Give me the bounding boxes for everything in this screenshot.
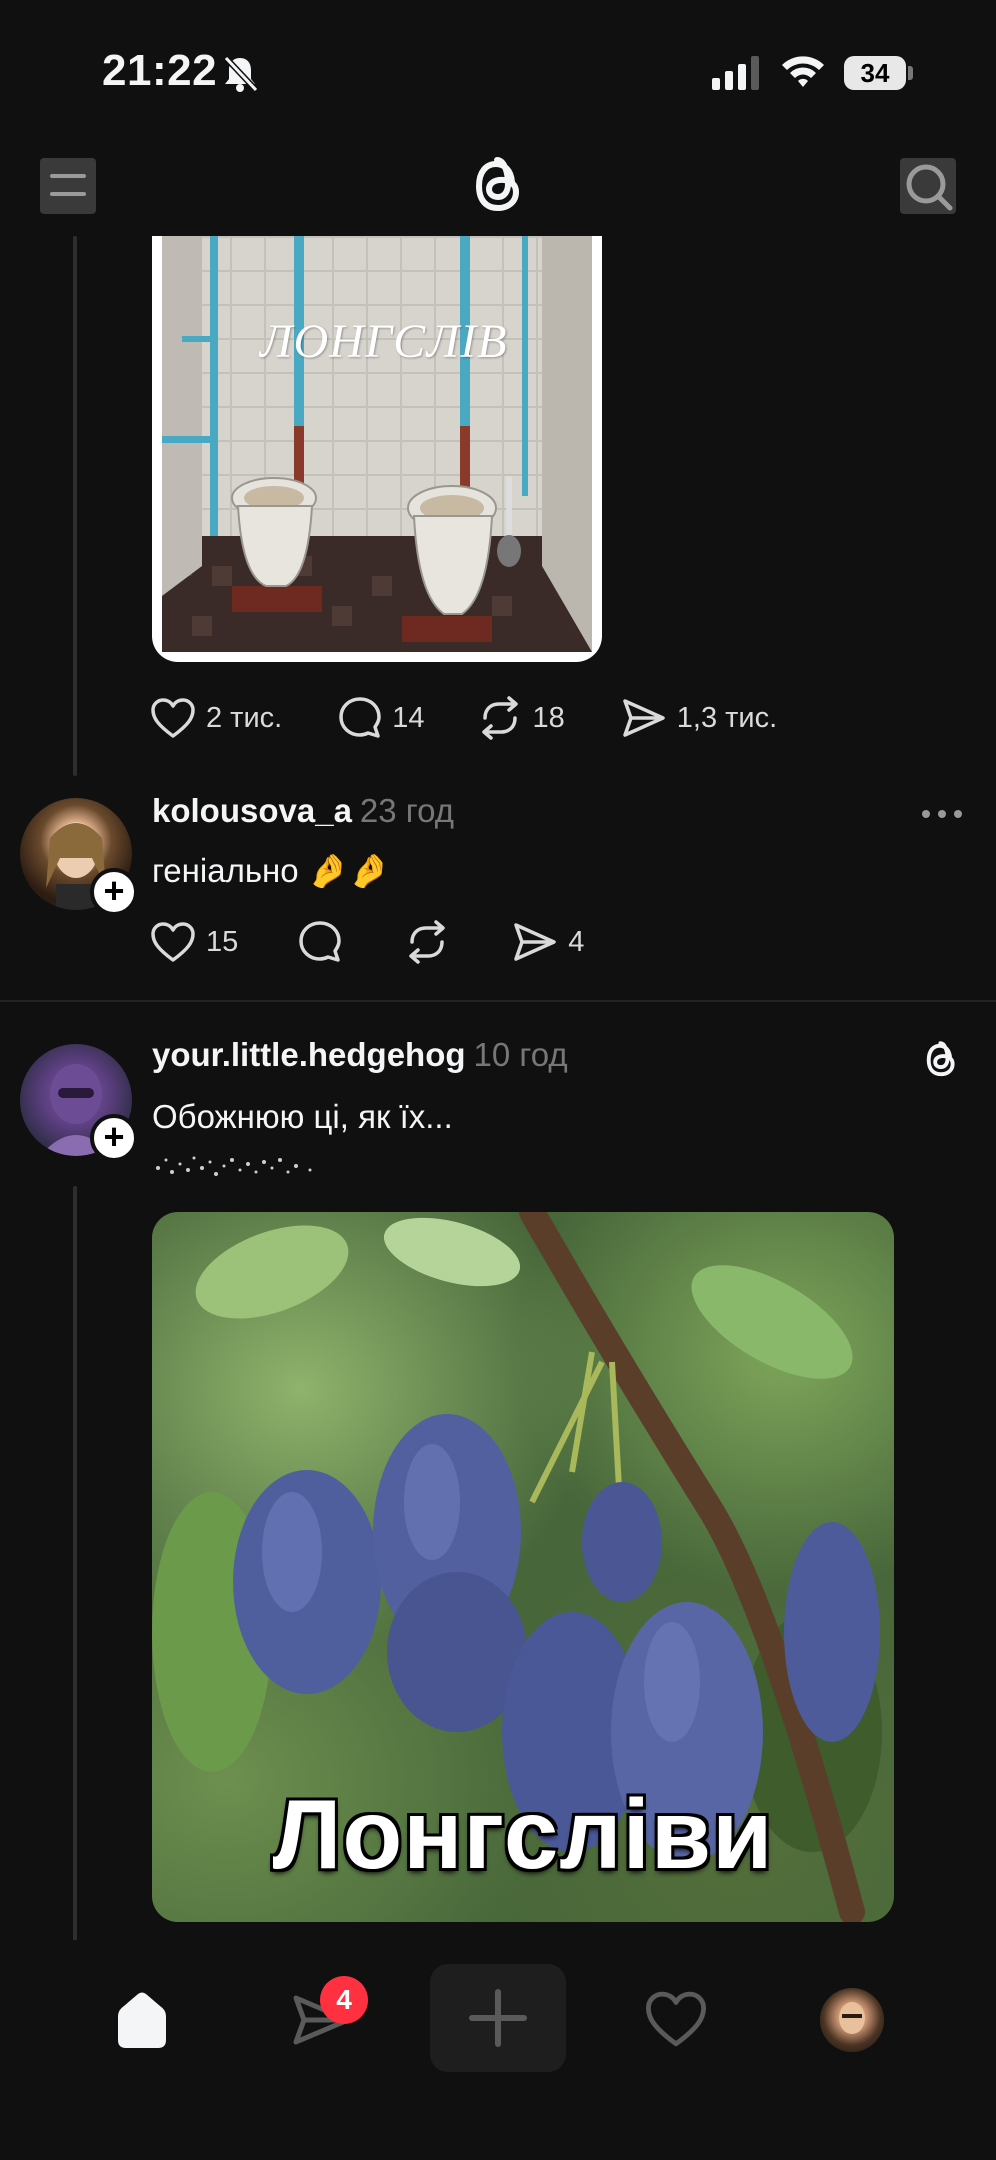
comment-icon <box>339 697 381 738</box>
menu-icon-line <box>50 192 86 196</box>
comment-author-line: kolousova_a 23 год <box>152 792 454 830</box>
plus-icon <box>469 1989 527 2047</box>
menu-button[interactable] <box>40 158 96 214</box>
post-text: Обожнюю ці, як їх... <box>152 1098 453 1135</box>
top-nav <box>0 140 996 236</box>
thread-line <box>73 236 77 776</box>
comment-text: геніально 🤌🤌 <box>152 852 390 889</box>
cellular-signal-icon <box>712 56 759 90</box>
share-button[interactable]: 4 <box>512 921 584 963</box>
follow-button[interactable]: + <box>90 1114 138 1162</box>
post-actions: 2 тис. 14 18 1,3 тис. <box>150 696 777 740</box>
share-button[interactable]: 1,3 тис. <box>621 697 777 739</box>
profile-avatar[interactable] <box>820 1988 884 2052</box>
activity-heart-icon[interactable] <box>644 1990 708 2048</box>
comment-button[interactable]: 14 <box>338 696 425 740</box>
menu-icon <box>50 174 86 178</box>
post-image-toilets[interactable]: ЛОНГСЛІВ <box>152 236 602 662</box>
send-icon <box>514 923 557 961</box>
bottom-nav: 4 <box>0 1940 996 2160</box>
more-options-icon[interactable] <box>920 806 964 822</box>
divider <box>0 1000 996 1002</box>
comment-icon <box>299 921 342 962</box>
repost-icon <box>409 920 446 964</box>
time-ago: 23 год <box>359 792 454 829</box>
image-caption: ЛОНГСЛІВ <box>260 315 508 368</box>
messages-badge: 4 <box>320 1976 368 2024</box>
repost-button[interactable]: 18 <box>477 696 565 740</box>
like-button[interactable]: 2 тис. <box>150 697 282 739</box>
image-caption: Лонгсліви <box>272 1779 774 1889</box>
username[interactable]: kolousova_a <box>152 792 352 829</box>
comment-actions: 15 4 <box>150 920 584 964</box>
share-count: 1,3 тис. <box>676 701 778 734</box>
threads-logo-icon <box>926 1041 955 1077</box>
heart-icon <box>151 922 195 962</box>
heart-icon <box>151 698 195 738</box>
home-icon[interactable] <box>110 1988 174 2052</box>
like-count: 2 тис. <box>206 701 283 734</box>
threads-logo-icon[interactable] <box>466 152 530 220</box>
time-ago: 10 год <box>473 1036 568 1073</box>
profile-avatar-face <box>839 2002 865 2034</box>
repost-count: 18 <box>532 701 565 734</box>
status-time: 21:22 <box>102 46 218 95</box>
username[interactable]: your.little.hedgehog <box>152 1036 466 1073</box>
create-button[interactable] <box>430 1964 566 2072</box>
silent-bell-icon <box>223 55 258 93</box>
share-count: 4 <box>568 925 585 958</box>
search-icon <box>906 164 953 211</box>
like-count: 15 <box>206 925 239 958</box>
repost-icon <box>481 696 518 740</box>
wifi-icon <box>782 56 824 87</box>
thread-line <box>73 1186 77 1946</box>
search-button[interactable] <box>900 158 956 214</box>
post-image-plums[interactable]: Лонгсліви <box>152 1212 894 1922</box>
repost-button[interactable] <box>404 920 450 964</box>
battery-tip <box>908 66 913 80</box>
status-bar: 21:22 34 <box>0 0 996 140</box>
comment-count: 14 <box>392 701 425 734</box>
post-author-line: your.little.hedgehog 10 год <box>152 1036 568 1074</box>
image-content: ЛОНГСЛІВ <box>162 236 592 652</box>
comment-button[interactable] <box>298 920 342 964</box>
like-button[interactable]: 15 <box>150 921 238 963</box>
toilet-illustration <box>162 236 592 652</box>
spoiler-text[interactable] <box>152 1150 322 1182</box>
battery-indicator: 34 <box>844 56 906 90</box>
send-icon <box>623 699 665 737</box>
follow-button[interactable]: + <box>90 868 138 916</box>
